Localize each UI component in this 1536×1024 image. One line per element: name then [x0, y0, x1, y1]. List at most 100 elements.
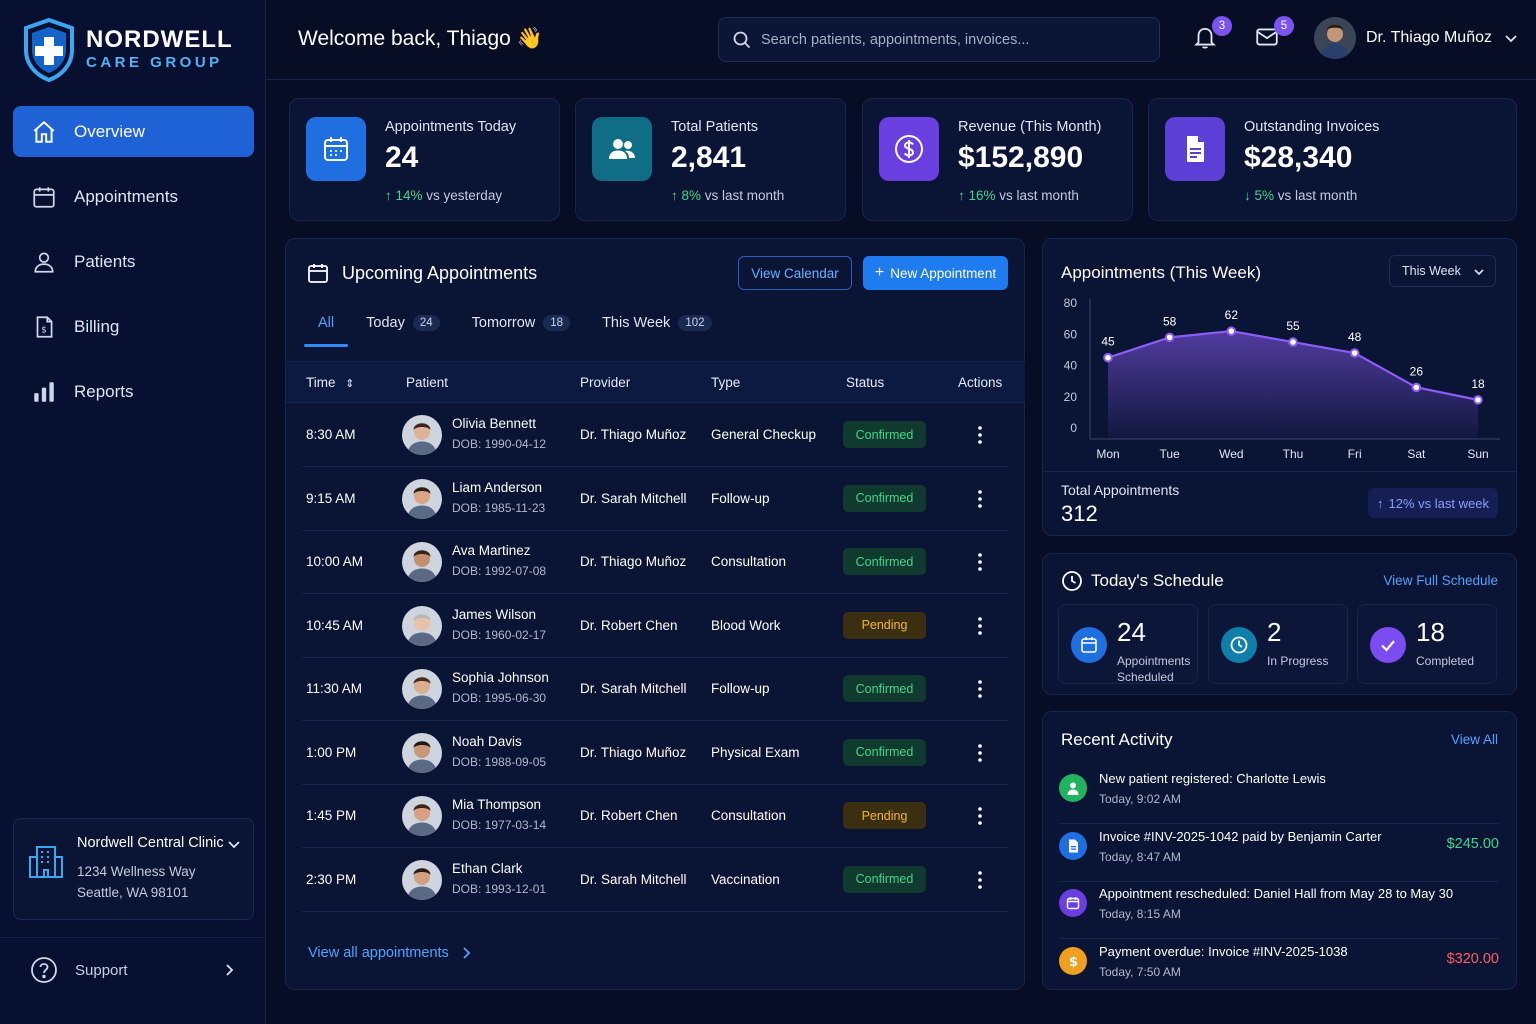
clinic-selector[interactable]: Nordwell Central Clinic 1234 Wellness Wa… [13, 818, 254, 920]
week-range-select[interactable]: This Week [1389, 255, 1496, 287]
brand-logo[interactable]: NORDWELL CARE GROUP [22, 18, 233, 82]
appointment-time: 11:30 AM [306, 681, 363, 696]
table-row[interactable]: 10:00 AM Ava Martinez DOB: 1992-07-08 Dr… [302, 531, 1008, 594]
tab-today[interactable]: Today 24 [352, 309, 454, 347]
stat-card-appointments-today[interactable]: Appointments Today 24 ↑ 14% vs yesterday [289, 98, 560, 221]
table-row[interactable]: 2:30 PM Ethan Clark DOB: 1993-12-01 Dr. … [302, 849, 1008, 912]
patient-name[interactable]: Ethan Clark [452, 861, 523, 876]
week-range-value: This Week [1402, 264, 1461, 278]
more-actions-icon[interactable] [970, 869, 990, 891]
stat-card-revenue[interactable]: Revenue (This Month) $152,890 ↑ 16% vs l… [862, 98, 1133, 221]
tab-tomorrow[interactable]: Tomorrow 18 [458, 309, 584, 347]
table-row[interactable]: 10:45 AM James Wilson DOB: 1960-02-17 Dr… [302, 595, 1008, 658]
todays-schedule-panel: Today's Schedule View Full Schedule 24 A… [1042, 553, 1517, 695]
view-all-label: View all appointments [308, 945, 449, 961]
patient-name[interactable]: Ava Martinez [452, 543, 531, 558]
table-row[interactable]: 11:30 AM Sophia Johnson DOB: 1995-06-30 … [302, 658, 1008, 721]
patient-name[interactable]: Noah Davis [452, 734, 522, 749]
tab-all[interactable]: All [304, 309, 349, 347]
stat-label: Appointments Today [385, 119, 517, 135]
table-row[interactable]: 9:15 AM Liam Anderson DOB: 1985-11-23 Dr… [302, 468, 1008, 531]
search-input[interactable] [761, 31, 1141, 48]
nav-item-overview[interactable]: Overview [13, 106, 254, 157]
stat-label: Total Patients [671, 119, 759, 135]
notifications-button[interactable]: 3 [1192, 16, 1232, 54]
total-appointments-label: Total Appointments [1061, 482, 1180, 498]
stat-icon-box [879, 117, 939, 181]
stat-delta: ↑ 16% vs last month [958, 188, 1079, 203]
table-row[interactable]: 8:30 AM Olivia Bennett DOB: 1990-04-12 D… [302, 404, 1008, 467]
patient-name[interactable]: James Wilson [452, 607, 536, 622]
activity-amount: $320.00 [1446, 950, 1499, 967]
table-row[interactable]: 1:00 PM Noah Davis DOB: 1988-09-05 Dr. T… [302, 722, 1008, 785]
notification-count-badge: 3 [1212, 16, 1232, 36]
stat-card-outstanding-invoices[interactable]: Outstanding Invoices $28,340 ↓ 5% vs las… [1148, 98, 1517, 221]
search-bar[interactable] [718, 17, 1160, 62]
schedule-in-progress[interactable]: 2 In Progress [1208, 604, 1348, 684]
nav-item-reports[interactable]: Reports [13, 366, 254, 417]
x-tick-label: Wed [1219, 447, 1243, 461]
activity-item[interactable]: Invoice #INV-2025-1042 paid by Benjamin … [1059, 825, 1499, 882]
clock-icon [1230, 636, 1248, 654]
stat-delta-text: vs yesterday [422, 188, 503, 203]
stat-label: Outstanding Invoices [1244, 119, 1380, 135]
activity-item[interactable]: $ Payment overdue: Invoice #INV-2025-103… [1059, 940, 1499, 997]
table-row[interactable]: 1:45 PM Mia Thompson DOB: 1977-03-14 Dr.… [302, 785, 1008, 848]
more-actions-icon[interactable] [970, 678, 990, 700]
appointment-type: Vaccination [711, 871, 780, 887]
patient-dob: DOB: 1985-11-23 [452, 500, 546, 515]
user-menu[interactable]: Dr. Thiago Muñoz [1314, 17, 1518, 59]
appointment-type: Follow-up [711, 490, 770, 506]
patient-avatar [402, 796, 442, 836]
schedule-completed[interactable]: 18 Completed [1357, 604, 1497, 684]
view-calendar-button[interactable]: View Calendar [738, 256, 852, 290]
view-all-activity-link[interactable]: View All [1451, 732, 1498, 747]
provider-name: Dr. Robert Chen [580, 808, 678, 823]
tab-this-week[interactable]: This Week 102 [588, 309, 725, 347]
y-tick-label: 60 [1064, 327, 1078, 341]
appointment-type: Physical Exam [711, 744, 800, 760]
patient-name[interactable]: Olivia Bennett [452, 416, 536, 431]
activity-item[interactable]: Appointment rescheduled: Daniel Hall fro… [1059, 882, 1499, 939]
activity-text: New patient registered: Charlotte Lewis [1099, 771, 1326, 786]
schedule-scheduled[interactable]: 24 Appointments Scheduled [1058, 604, 1198, 684]
status-badge: Confirmed [843, 675, 926, 702]
more-actions-icon[interactable] [970, 615, 990, 637]
new-appointment-button[interactable]: + New Appointment [863, 256, 1008, 290]
patient-name[interactable]: Liam Anderson [452, 480, 542, 495]
clinic-name: Nordwell Central Clinic [77, 835, 224, 851]
data-label: 58 [1163, 314, 1177, 328]
patient-name[interactable]: Sophia Johnson [452, 670, 549, 685]
messages-button[interactable]: 5 [1254, 16, 1294, 54]
patient-avatar [402, 669, 442, 709]
patient-name[interactable]: Mia Thompson [452, 797, 541, 812]
support-link[interactable]: Support [30, 955, 242, 985]
nav-label: Patients [74, 251, 136, 271]
stat-card-total-patients[interactable]: Total Patients 2,841 ↑ 8% vs last month [575, 98, 846, 221]
support-label: Support [75, 961, 128, 979]
nav-item-patients[interactable]: Patients [13, 236, 254, 287]
x-tick-label: Sat [1407, 447, 1426, 461]
status-badge: Pending [843, 611, 926, 639]
patient-dob: DOB: 1960-02-17 [452, 627, 547, 642]
column-time[interactable]: Time ⇕ [306, 375, 354, 390]
divider [1043, 471, 1516, 472]
svg-text:$: $ [41, 325, 47, 335]
schedule-icon-box [1071, 627, 1107, 663]
patient-dob: DOB: 1992-07-08 [452, 564, 547, 578]
check-icon [1381, 640, 1395, 652]
view-full-schedule-link[interactable]: View Full Schedule [1383, 573, 1498, 588]
schedule-label: Appointments Scheduled [1117, 654, 1191, 684]
more-actions-icon[interactable] [970, 805, 990, 827]
column-actions: Actions [958, 375, 1003, 390]
stat-value: $152,890 [958, 141, 1084, 174]
patient-avatar [402, 732, 442, 773]
nav-item-appointments[interactable]: Appointments [13, 171, 254, 222]
nav-item-billing[interactable]: $ Billing [13, 301, 254, 352]
more-actions-icon[interactable] [970, 424, 990, 446]
view-all-appointments-link[interactable]: View all appointments [308, 945, 473, 961]
more-actions-icon[interactable] [970, 551, 990, 573]
more-actions-icon[interactable] [970, 488, 990, 510]
activity-item[interactable]: New patient registered: Charlotte Lewis … [1059, 767, 1499, 824]
more-actions-icon[interactable] [970, 742, 990, 764]
